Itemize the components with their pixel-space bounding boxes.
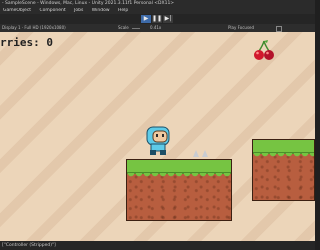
pause-icon: ❚❚ (152, 15, 163, 22)
play-controls: ▶ ❚❚ ▶| (141, 15, 173, 23)
cherries-counter: rries: 0 (0, 36, 53, 49)
play-icon: ▶ (143, 15, 149, 22)
step-button[interactable]: ▶| (163, 15, 173, 23)
scale-value: 0.41x (150, 25, 162, 30)
play-button[interactable]: ▶ (141, 15, 151, 23)
main-toolbar: ▶ ❚❚ ▶| (0, 14, 315, 24)
player-character (146, 126, 170, 155)
console-status-bar[interactable]: ["Controller (Stripped)"] (0, 241, 315, 250)
pause-button[interactable]: ❚❚ (152, 15, 162, 23)
spike-icon (193, 150, 199, 157)
window-title: - SampleScene - Windows, Mac, Linux - Un… (2, 1, 175, 6)
console-message: ["Controller (Stripped)"] (2, 243, 56, 248)
ground-platform (126, 159, 232, 221)
display-aspect[interactable]: Display 1 · Full HD (1920x1080) (2, 24, 66, 32)
play-focused-toggle[interactable]: Play Focused (228, 24, 254, 32)
scale-label: Scale (118, 25, 129, 30)
spike-icon (202, 150, 208, 157)
display-select[interactable]: Display 1 (2, 25, 21, 30)
cherry-icon (254, 40, 274, 60)
game-view[interactable]: rries: 0 (0, 32, 315, 241)
ground-platform-right (252, 139, 315, 201)
aspect-select[interactable]: Full HD (1920x1080) (24, 25, 65, 30)
grass-top (253, 140, 314, 157)
scale-slider[interactable] (132, 28, 140, 29)
step-icon: ▶| (164, 15, 172, 22)
grass-top (127, 160, 231, 177)
window-title-bar: - SampleScene - Windows, Mac, Linux - Un… (0, 0, 315, 8)
game-view-toolbar: Display 1 · Full HD (1920x1080) Scale 0.… (0, 24, 315, 32)
